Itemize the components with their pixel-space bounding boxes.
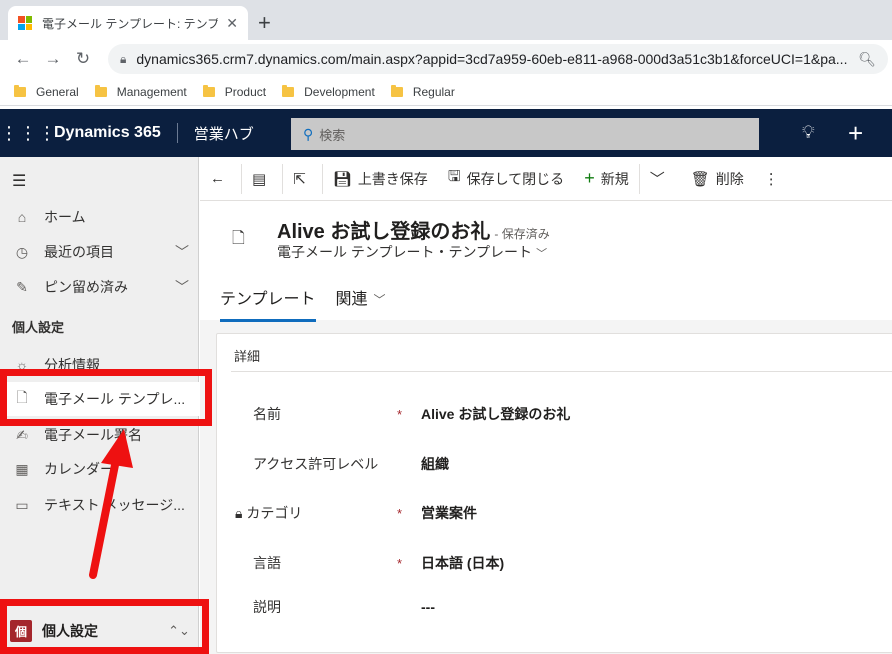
annotation-arrow	[89, 429, 133, 579]
